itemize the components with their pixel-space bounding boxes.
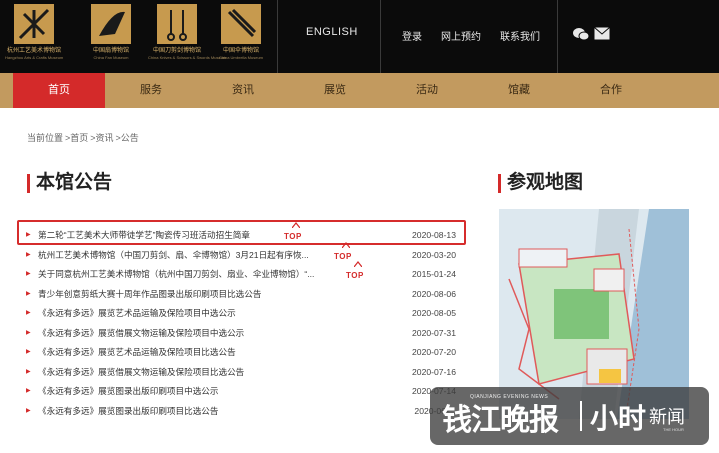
list-item[interactable]: ▶ 《永远有多远》展览图录出版印刷项目中选公示 2020-07-14 xyxy=(26,382,462,402)
bullet-arrow-icon: ▶ xyxy=(26,290,31,297)
english-link[interactable]: ENGLISH xyxy=(306,26,358,38)
notice-title[interactable]: 《永远有多远》展览艺术品运输及保险项目中选公示 xyxy=(38,304,236,324)
notice-title[interactable]: 《永远有多远》展览借展文物运输及保险项目比选公告 xyxy=(38,363,244,383)
map-section-title: 参观地图 xyxy=(498,172,583,194)
nav-home[interactable]: 首页 xyxy=(13,73,105,108)
bullet-arrow-icon: ▶ xyxy=(26,310,31,316)
chevron-up-icon xyxy=(354,261,362,267)
bullet-arrow-icon: ▶ xyxy=(26,271,31,277)
breadcrumb-notice[interactable]: >公告 xyxy=(116,133,139,143)
umbrella-logo-icon xyxy=(221,4,261,44)
nav-collection[interactable]: 馆藏 xyxy=(473,73,565,108)
list-item[interactable]: ▶ 《永远有多远》展览借展文物运输及保险项目中选公示 2020-07-31 xyxy=(26,324,462,344)
notice-section-title: 本馆公告 xyxy=(27,172,112,194)
watermark-app: 小时 xyxy=(590,403,647,434)
arts-crafts-logo-icon xyxy=(14,4,54,44)
login-link[interactable]: 登录 xyxy=(402,28,422,43)
watermark-pinyin: QIANJIANG EVENING NEWS xyxy=(470,394,549,400)
notice-title[interactable]: 《永远有多远》展览图录出版印刷项目比选公告 xyxy=(38,402,218,422)
breadcrumb: 当前位置 >首页 >资讯 >公告 xyxy=(27,131,141,144)
list-item[interactable]: ▶ 《永远有多远》展览艺术品运输及保险项目中选公示 2020-08-05 xyxy=(26,304,462,324)
bullet-arrow-icon: ▶ xyxy=(26,388,31,394)
bullet-arrow-icon: ▶ xyxy=(26,349,31,355)
fan-logo-icon xyxy=(91,4,131,44)
notice-date: 2015-01-24 xyxy=(412,269,456,279)
highlight-frame xyxy=(17,220,466,245)
nav-activity[interactable]: 活动 xyxy=(381,73,473,108)
logo-umbrella-museum[interactable]: 中国伞博物馆 China Umbrella Museum xyxy=(212,4,270,60)
notice-title[interactable]: 杭州工艺美术博物馆（中国刀剪剑、扇、伞博物馆）3月21日起有序恢... xyxy=(38,246,309,266)
notice-date: 2020-07-20 xyxy=(412,347,456,357)
notice-date: 2020-08-05 xyxy=(412,308,456,318)
list-item[interactable]: ▶ 杭州工艺美术博物馆（中国刀剪剑、扇、伞博物馆）3月21日起有序恢... TO… xyxy=(26,241,462,267)
nav-cooperation[interactable]: 合作 xyxy=(565,73,657,108)
nav-exhibition[interactable]: 展览 xyxy=(289,73,381,108)
bullet-arrow-icon: ▶ xyxy=(26,251,31,258)
notice-title[interactable]: 关于同意杭州工艺美术博物馆（杭州中国刀剪剑、扇业、伞业博物馆）“... xyxy=(38,265,314,285)
notice-title[interactable]: 《永远有多远》展览图录出版印刷项目中选公示 xyxy=(38,382,218,402)
news-watermark: 钱江晚报 QIANJIANG EVENING NEWS 小时 新闻 THE HO… xyxy=(430,387,709,445)
scissors-logo-icon xyxy=(157,4,197,44)
mail-icon[interactable] xyxy=(594,27,610,45)
list-item[interactable]: ▶ 《永远有多远》展览图录出版印刷项目比选公告 2020-06-... xyxy=(26,402,462,422)
bullet-arrow-icon: ▶ xyxy=(26,407,31,414)
header-divider xyxy=(557,0,558,73)
notice-date: 2020-07-31 xyxy=(412,327,456,338)
notice-date: 2020-03-20 xyxy=(412,249,456,260)
list-item[interactable]: ▶ 青少年创意剪纸大赛十周年作品图录出版印刷项目比选公告 2020-08-06 xyxy=(26,285,462,305)
logo-fan-museum[interactable]: 中国扇博物馆 China Fan Museum xyxy=(82,4,140,60)
contact-link[interactable]: 联系我们 xyxy=(500,28,540,43)
list-item[interactable]: ▶ 《永远有多远》展览艺术品运输及保险项目比选公告 2020-07-20 xyxy=(26,343,462,363)
watermark-brand: 钱江晚报 xyxy=(442,403,559,438)
nav-news[interactable]: 资讯 xyxy=(197,73,289,108)
wechat-icon[interactable] xyxy=(573,27,590,46)
breadcrumb-news[interactable]: >资讯 xyxy=(90,133,113,143)
header-divider xyxy=(380,0,381,73)
breadcrumb-label: 当前位置 xyxy=(27,133,64,143)
list-item[interactable]: ▶ 《永远有多远》展览借展文物运输及保险项目比选公告 2020-07-16 xyxy=(26,363,462,383)
nav-service[interactable]: 服务 xyxy=(105,73,197,108)
bullet-arrow-icon: ▶ xyxy=(26,329,31,336)
breadcrumb-home[interactable]: >首页 xyxy=(65,133,88,143)
notice-title[interactable]: 《永远有多远》展览艺术品运输及保险项目比选公告 xyxy=(38,343,236,363)
top-badge: TOP xyxy=(346,261,364,286)
logo-knives-scissors-museum[interactable]: 中国刀剪剑博物馆 China Knives & Scissors & Sword… xyxy=(148,4,226,60)
watermark-divider xyxy=(580,401,582,431)
notice-title[interactable]: 青少年创意剪纸大赛十周年作品图录出版印刷项目比选公告 xyxy=(38,285,261,305)
watermark-tag: THE HOUR xyxy=(663,427,684,432)
header-divider xyxy=(277,0,278,73)
booking-link[interactable]: 网上预约 xyxy=(441,28,481,43)
top-badge: TOP xyxy=(334,241,352,267)
logo-arts-crafts-museum[interactable]: 杭州工艺美术博物馆 Hangzhou Arts & Crafts Museum xyxy=(5,4,63,60)
main-nav: 首页 服务 资讯 展览 活动 馆藏 合作 xyxy=(0,73,719,108)
notice-date: 2020-07-16 xyxy=(412,366,456,377)
bullet-arrow-icon: ▶ xyxy=(26,368,31,375)
notice-title[interactable]: 《永远有多远》展览借展文物运输及保险项目中选公示 xyxy=(38,324,244,344)
notice-date: 2020-08-06 xyxy=(412,288,456,299)
notice-list: ▶ 第二轮“工艺美术大师带徒学艺”陶瓷传习班活动招生简章 TOP 2020-08… xyxy=(26,222,462,422)
watermark-news: 新闻 xyxy=(649,407,685,427)
list-item[interactable]: ▶ 关于同意杭州工艺美术博物馆（杭州中国刀剪剑、扇业、伞业博物馆）“... TO… xyxy=(26,261,462,286)
top-header: 杭州工艺美术博物馆 Hangzhou Arts & Crafts Museum … xyxy=(0,0,719,73)
